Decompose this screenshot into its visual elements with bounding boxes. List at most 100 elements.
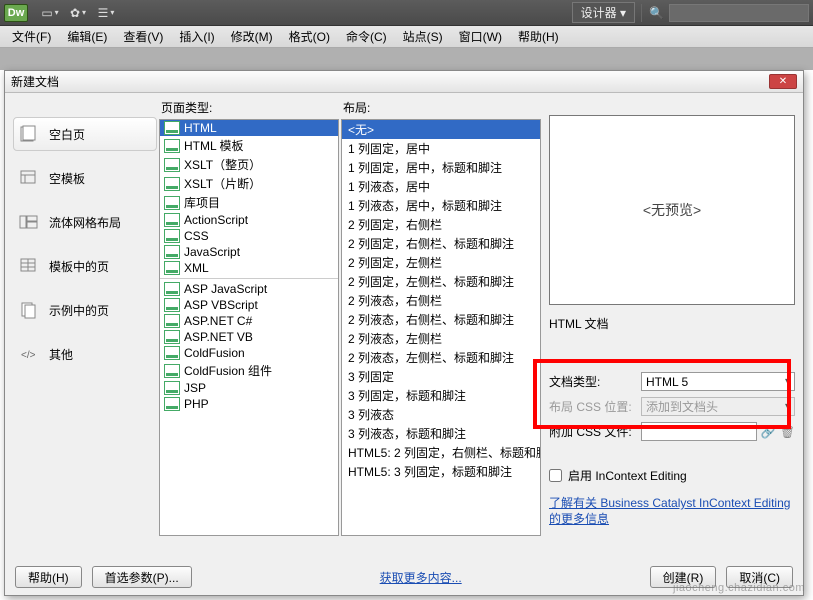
enable-ice-checkbox[interactable] (549, 469, 562, 482)
layout-item[interactable]: 3 列液态 (342, 405, 540, 424)
category-icon (17, 167, 41, 189)
menu-help[interactable]: 帮助(H) (510, 26, 567, 47)
layout-icon[interactable]: ▭▾ (40, 4, 60, 22)
doctype-select[interactable]: HTML 5 (641, 372, 795, 391)
page-type-label: XSLT（片断） (184, 175, 261, 192)
page-type-item[interactable]: ASP.NET VB (160, 329, 338, 345)
menu-edit[interactable]: 编辑(E) (59, 26, 115, 47)
cancel-button[interactable]: 取消(C) (726, 566, 793, 588)
file-icon (164, 196, 180, 210)
layout-item[interactable]: 1 列液态，居中，标题和脚注 (342, 196, 540, 215)
category-icon (17, 255, 41, 277)
ice-info-link[interactable]: 了解有关 Business Catalyst InContext Editing… (549, 496, 795, 527)
page-type-label: 库项目 (184, 194, 220, 211)
page-type-header: 页面类型: (159, 97, 339, 119)
layout-item[interactable]: 3 列液态，标题和脚注 (342, 424, 540, 443)
layout-item[interactable]: 3 列固定 (342, 367, 540, 386)
dialog-footer: 帮助(H) 首选参数(P)... 获取更多内容... 创建(R) 取消(C) (5, 559, 803, 595)
page-type-item[interactable]: ASP.NET C# (160, 313, 338, 329)
file-icon (164, 381, 180, 395)
extensions-icon[interactable]: ✿▾ (68, 4, 88, 22)
app-logo: Dw (4, 4, 28, 22)
layout-item[interactable]: <无> (342, 120, 540, 139)
search-input[interactable] (669, 4, 809, 22)
file-icon (164, 229, 180, 243)
layout-item[interactable]: 2 列液态，左侧栏 (342, 329, 540, 348)
page-type-label: ASP JavaScript (184, 282, 267, 296)
page-type-item[interactable]: ActionScript (160, 212, 338, 228)
page-type-list[interactable]: HTMLHTML 模板XSLT（整页）XSLT（片断） 库项目ActionScri… (159, 119, 339, 536)
file-icon (164, 213, 180, 227)
layout-item[interactable]: 2 列固定，右侧栏 (342, 215, 540, 234)
file-icon (164, 298, 180, 312)
csspos-select: 添加到文档头 (641, 397, 795, 416)
layout-item[interactable]: 3 列固定，标题和脚注 (342, 386, 540, 405)
page-type-item[interactable]: 库项目 (160, 193, 338, 212)
create-button[interactable]: 创建(R) (650, 566, 717, 588)
menu-format[interactable]: 格式(O) (281, 26, 338, 47)
page-type-item[interactable]: XSLT（片断） (160, 174, 338, 193)
layout-list[interactable]: <无>1 列固定，居中1 列固定，居中，标题和脚注1 列液态，居中1 列液态，居… (341, 119, 541, 536)
page-type-item[interactable]: CSS (160, 228, 338, 244)
page-type-item[interactable]: HTML (160, 120, 338, 136)
close-icon[interactable]: ✕ (769, 74, 797, 89)
page-type-item[interactable]: HTML 模板 (160, 136, 338, 155)
preview-text: <无预览> (643, 200, 701, 220)
csspos-value: 添加到文档头 (646, 398, 718, 415)
layout-item[interactable]: 1 列液态，居中 (342, 177, 540, 196)
search-icon[interactable]: 🔍 (641, 4, 665, 22)
layout-item[interactable]: 1 列固定，居中，标题和脚注 (342, 158, 540, 177)
options-panel: <无预览> HTML 文档 文档类型: HTML 5 布局 CSS 位置: 添加… (543, 97, 799, 559)
attachcss-field[interactable] (641, 422, 757, 441)
file-icon (164, 121, 180, 135)
prefs-button[interactable]: 首选参数(P)... (92, 566, 192, 588)
category-icon: </> (17, 343, 41, 365)
page-type-item[interactable]: PHP (160, 396, 338, 412)
menu-file[interactable]: 文件(F) (4, 26, 59, 47)
menu-window[interactable]: 窗口(W) (451, 26, 510, 47)
more-content-link[interactable]: 获取更多内容... (380, 569, 462, 586)
page-type-item[interactable]: ColdFusion (160, 345, 338, 361)
page-type-item[interactable]: JavaScript (160, 244, 338, 260)
menu-view[interactable]: 查看(V) (115, 26, 171, 47)
category-item[interactable]: 模板中的页 (13, 249, 157, 283)
category-icon (17, 123, 41, 145)
category-item[interactable]: 示例中的页 (13, 293, 157, 327)
workspace-switcher[interactable]: 设计器 ▾ (572, 2, 635, 23)
menu-bar: 文件(F) 编辑(E) 查看(V) 插入(I) 修改(M) 格式(O) 命令(C… (0, 26, 813, 48)
layout-item[interactable]: 2 列液态，右侧栏 (342, 291, 540, 310)
menu-site[interactable]: 站点(S) (395, 26, 451, 47)
site-icon[interactable]: ☰▾ (96, 4, 116, 22)
layout-item[interactable]: 2 列固定，左侧栏 (342, 253, 540, 272)
category-item[interactable]: 流体网格布局 (13, 205, 157, 239)
menu-commands[interactable]: 命令(C) (338, 26, 395, 47)
layout-item[interactable]: 2 列固定，左侧栏、标题和脚注 (342, 272, 540, 291)
dialog-titlebar: 新建文档 ✕ (5, 71, 803, 93)
layout-item[interactable]: HTML5: 3 列固定，标题和脚注 (342, 462, 540, 481)
category-item[interactable]: </>其他 (13, 337, 157, 371)
svg-text:</>: </> (21, 350, 36, 361)
page-type-item[interactable]: ColdFusion 组件 (160, 361, 338, 380)
layout-header: 布局: (341, 97, 541, 119)
link-css-icon[interactable]: 🔗 (761, 425, 776, 439)
remove-css-icon[interactable]: 🗑 (780, 425, 795, 439)
menu-modify[interactable]: 修改(M) (223, 26, 281, 47)
workspace-label: 设计器 (581, 4, 617, 21)
page-type-item[interactable]: ASP JavaScript (160, 281, 338, 297)
page-type-item[interactable]: XSLT（整页） (160, 155, 338, 174)
page-type-label: ASP.NET VB (184, 330, 253, 344)
category-item[interactable]: 空白页 (13, 117, 157, 151)
file-icon (164, 245, 180, 259)
enable-ice-label: 启用 InContext Editing (568, 467, 687, 484)
page-type-item[interactable]: XML (160, 260, 338, 276)
layout-item[interactable]: 1 列固定，居中 (342, 139, 540, 158)
layout-item[interactable]: 2 列液态，右侧栏、标题和脚注 (342, 310, 540, 329)
category-item[interactable]: 空模板 (13, 161, 157, 195)
menu-insert[interactable]: 插入(I) (171, 26, 222, 47)
page-type-item[interactable]: JSP (160, 380, 338, 396)
layout-item[interactable]: 2 列液态，左侧栏、标题和脚注 (342, 348, 540, 367)
help-button[interactable]: 帮助(H) (15, 566, 82, 588)
layout-item[interactable]: 2 列固定，右侧栏、标题和脚注 (342, 234, 540, 253)
layout-item[interactable]: HTML5: 2 列固定，右侧栏、标题和脚 (342, 443, 540, 462)
page-type-item[interactable]: ASP VBScript (160, 297, 338, 313)
